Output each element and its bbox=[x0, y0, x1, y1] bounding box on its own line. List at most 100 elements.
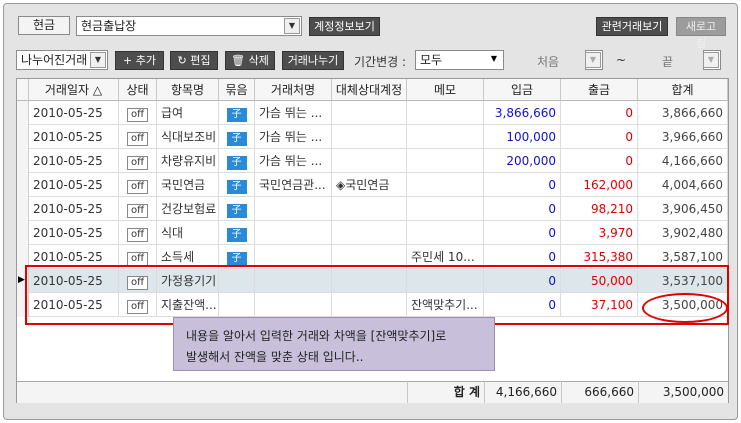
partner-cell[interactable] bbox=[255, 197, 332, 221]
partner-cell[interactable]: 가슴 뛰는 ... bbox=[255, 125, 332, 149]
deposit-cell[interactable]: 0 bbox=[484, 173, 561, 197]
table-row[interactable]: 2010-05-25 off 건강보험료 子 0 98,210 3,906,450 bbox=[17, 197, 728, 221]
group-cell[interactable]: 子 bbox=[219, 221, 255, 245]
memo-cell[interactable] bbox=[407, 221, 484, 245]
status-cell[interactable]: off bbox=[119, 149, 157, 173]
column-header-item[interactable]: 항목명 bbox=[157, 79, 219, 101]
deposit-cell[interactable]: 100,000 bbox=[484, 125, 561, 149]
chevron-down-icon[interactable]: ▼ bbox=[585, 52, 601, 68]
deposit-cell[interactable]: 3,866,660 bbox=[484, 101, 561, 125]
child-group-badge[interactable]: 子 bbox=[226, 156, 247, 170]
status-off-toggle[interactable]: off bbox=[126, 132, 148, 146]
status-cell[interactable]: off bbox=[119, 173, 157, 197]
total-cell[interactable]: 4,166,660 bbox=[638, 149, 728, 173]
column-header-withdraw[interactable]: 출금 bbox=[561, 79, 638, 101]
status-off-toggle[interactable]: off bbox=[126, 252, 148, 266]
contra-cell[interactable] bbox=[332, 221, 407, 245]
status-cell[interactable]: off bbox=[119, 221, 157, 245]
column-header-total[interactable]: 합계 bbox=[638, 79, 728, 101]
column-header-memo[interactable]: 메모 bbox=[407, 79, 484, 101]
column-header-partner[interactable]: 거래처명 bbox=[255, 79, 332, 101]
memo-cell[interactable] bbox=[407, 125, 484, 149]
split-transaction-button[interactable]: 거래나누기 bbox=[282, 51, 344, 70]
total-cell[interactable]: 3,902,480 bbox=[638, 221, 728, 245]
date-cell[interactable]: 2010-05-25 bbox=[29, 197, 119, 221]
date-cell[interactable]: 2010-05-25 bbox=[29, 149, 119, 173]
partner-cell[interactable]: 가슴 뛰는 ... bbox=[255, 149, 332, 173]
date-cell[interactable]: 2010-05-25 bbox=[29, 173, 119, 197]
deposit-cell[interactable]: 0 bbox=[484, 221, 561, 245]
edit-button[interactable]: ↻ 편집 bbox=[170, 51, 218, 70]
total-cell[interactable]: 3,966,660 bbox=[638, 125, 728, 149]
table-row[interactable]: 2010-05-25 off 식대보조비 子 가슴 뛰는 ... 100,000 0 3,96… bbox=[17, 125, 728, 149]
status-cell[interactable]: off bbox=[119, 101, 157, 125]
table-row[interactable]: 2010-05-25 off 식대 子 0 3,970 3,902,480 bbox=[17, 221, 728, 245]
child-group-badge[interactable]: 子 bbox=[226, 204, 247, 218]
chevron-down-icon[interactable]: ▼ bbox=[703, 52, 719, 68]
row-indicator[interactable] bbox=[17, 197, 29, 221]
child-group-badge[interactable]: 子 bbox=[226, 180, 247, 194]
contra-cell[interactable]: ◈국민연금 bbox=[332, 173, 407, 197]
date-cell[interactable]: 2010-05-25 bbox=[29, 125, 119, 149]
column-header-date[interactable]: 거래일자 △ bbox=[29, 79, 119, 101]
group-cell[interactable]: 子 bbox=[219, 101, 255, 125]
status-cell[interactable]: off bbox=[119, 125, 157, 149]
chevron-down-icon[interactable]: ▼ bbox=[90, 52, 106, 68]
status-cell[interactable]: off bbox=[119, 197, 157, 221]
row-indicator[interactable] bbox=[17, 173, 29, 197]
group-cell[interactable]: 子 bbox=[219, 125, 255, 149]
end-date-select[interactable]: ▼ bbox=[703, 50, 721, 70]
chevron-down-icon[interactable]: ▼ bbox=[486, 52, 502, 68]
status-off-toggle[interactable]: off bbox=[126, 108, 148, 122]
deposit-cell[interactable]: 200,000 bbox=[484, 149, 561, 173]
start-date-select[interactable]: ▼ bbox=[585, 50, 603, 70]
cash-tab[interactable]: 현금 bbox=[18, 16, 70, 35]
child-group-badge[interactable]: 子 bbox=[226, 252, 247, 266]
row-indicator[interactable] bbox=[17, 101, 29, 125]
withdraw-cell[interactable]: 162,000 bbox=[561, 173, 638, 197]
status-off-toggle[interactable]: off bbox=[126, 156, 148, 170]
account-select[interactable]: 현금출납장 ▼ bbox=[76, 16, 302, 36]
period-select[interactable]: 모두 ▼ bbox=[415, 50, 504, 70]
memo-cell[interactable] bbox=[407, 149, 484, 173]
contra-cell[interactable] bbox=[332, 101, 407, 125]
refresh-button[interactable]: 새로고침 bbox=[676, 17, 726, 50]
item-cell[interactable]: 차량유지비 bbox=[157, 149, 219, 173]
row-indicator[interactable] bbox=[17, 149, 29, 173]
memo-cell[interactable] bbox=[407, 197, 484, 221]
partner-cell[interactable]: 국민연금관... bbox=[255, 173, 332, 197]
column-header-group[interactable]: 묶음 bbox=[219, 79, 255, 101]
child-group-badge[interactable]: 子 bbox=[226, 228, 247, 242]
row-indicator[interactable] bbox=[17, 125, 29, 149]
status-off-toggle[interactable]: off bbox=[126, 204, 148, 218]
related-transactions-button[interactable]: 관련거래보기 bbox=[596, 17, 668, 36]
view-select[interactable]: 나누어진거래 ▼ bbox=[16, 50, 108, 70]
partner-cell[interactable]: 가슴 뛰는 ... bbox=[255, 101, 332, 125]
item-cell[interactable]: 국민연금 bbox=[157, 173, 219, 197]
table-row[interactable]: 2010-05-25 off 국민연금 子 국민연금관... ◈국민연금 0 162,000 4… bbox=[17, 173, 728, 197]
delete-button[interactable]: 🗑 삭제 bbox=[225, 51, 275, 70]
total-cell[interactable]: 4,004,660 bbox=[638, 173, 728, 197]
add-button[interactable]: + 추가 bbox=[115, 51, 164, 70]
contra-cell[interactable] bbox=[332, 125, 407, 149]
withdraw-cell[interactable]: 3,970 bbox=[561, 221, 638, 245]
table-row[interactable]: 2010-05-25 off 차량유지비 子 가슴 뛰는 ... 200,000 0 4,16… bbox=[17, 149, 728, 173]
memo-cell[interactable] bbox=[407, 173, 484, 197]
table-row[interactable]: 2010-05-25 off 급여 子 가슴 뛰는 ... 3,866,660 0 3,866… bbox=[17, 101, 728, 125]
withdraw-cell[interactable]: 0 bbox=[561, 101, 638, 125]
contra-cell[interactable] bbox=[332, 197, 407, 221]
group-cell[interactable]: 子 bbox=[219, 197, 255, 221]
contra-cell[interactable] bbox=[332, 149, 407, 173]
total-cell[interactable]: 3,866,660 bbox=[638, 101, 728, 125]
child-group-badge[interactable]: 子 bbox=[226, 132, 247, 146]
item-cell[interactable]: 급여 bbox=[157, 101, 219, 125]
column-header-status[interactable]: 상태 bbox=[119, 79, 157, 101]
column-header-contra[interactable]: 대체상대계정 bbox=[332, 79, 407, 101]
column-header-deposit[interactable]: 입금 bbox=[484, 79, 561, 101]
withdraw-cell[interactable]: 98,210 bbox=[561, 197, 638, 221]
child-group-badge[interactable]: 子 bbox=[226, 108, 247, 122]
chevron-down-icon[interactable]: ▼ bbox=[284, 18, 300, 34]
status-off-toggle[interactable]: off bbox=[126, 180, 148, 194]
total-cell[interactable]: 3,906,450 bbox=[638, 197, 728, 221]
status-off-toggle[interactable]: off bbox=[126, 228, 148, 242]
